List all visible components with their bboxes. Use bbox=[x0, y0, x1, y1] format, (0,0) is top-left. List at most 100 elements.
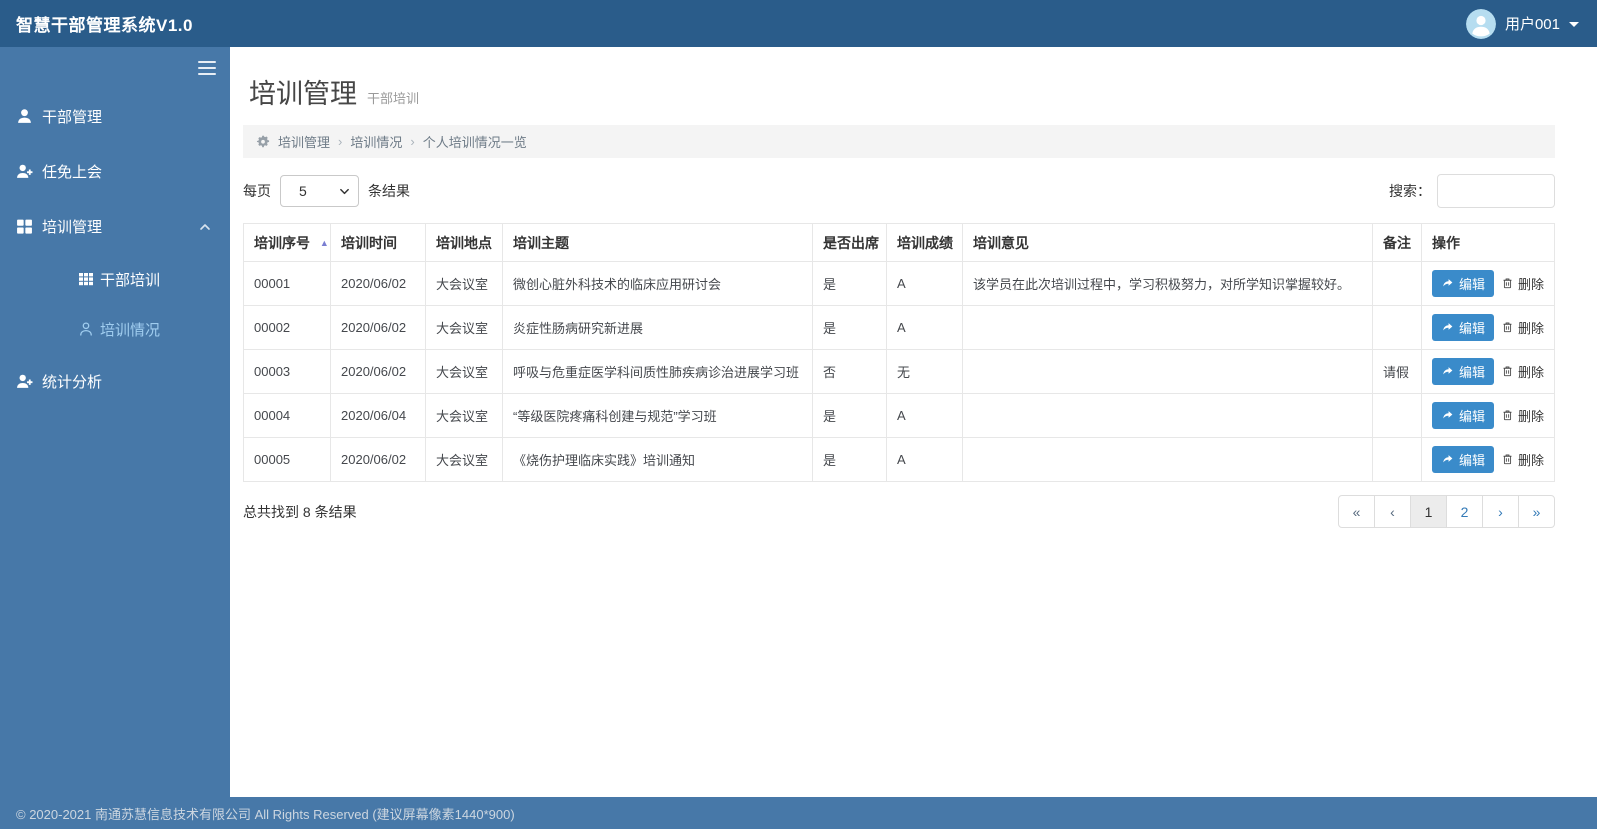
per-page-suffix-label: 条结果 bbox=[368, 183, 410, 199]
column-header-attended[interactable]: 是否出席 bbox=[812, 223, 887, 262]
cell-actions: 编辑 删除 bbox=[1421, 261, 1555, 306]
cell-note bbox=[1372, 305, 1422, 350]
topbar: 智慧干部管理系统V1.0 用户001 bbox=[0, 0, 1597, 47]
breadcrumb-separator: › bbox=[338, 134, 343, 149]
sidebar-item-label: 培训管理 bbox=[42, 219, 103, 236]
cell-note: 请假 bbox=[1372, 349, 1422, 394]
edit-button[interactable]: 编辑 bbox=[1432, 270, 1495, 297]
content-area: 培训管理 干部培训 培训管理 › 培训情况 › 个人培训情况一览 每页 5 条结… bbox=[230, 47, 1597, 797]
cell-opinion: 该学员在此次培训过程中，学习积极努力，对所学知识掌握较好。 bbox=[962, 261, 1373, 306]
pagination-prev-button[interactable]: ‹ bbox=[1374, 495, 1411, 528]
chevron-up-icon bbox=[200, 223, 210, 230]
edit-button[interactable]: 编辑 bbox=[1432, 314, 1495, 341]
cell-score: A bbox=[886, 393, 963, 438]
table-row: 00002 2020/06/02 大会议室 炎症性肠病研究新进展是 A 编辑 删除 bbox=[243, 305, 1555, 350]
delete-button[interactable]: 删除 bbox=[1501, 274, 1544, 293]
sidebar-item-label: 培训情况 bbox=[100, 321, 161, 339]
column-header-score[interactable]: 培训成绩 bbox=[886, 223, 963, 262]
pagination-page-1-button[interactable]: 1 bbox=[1410, 495, 1447, 528]
page-subtitle: 干部培训 bbox=[367, 91, 420, 106]
footer: © 2020-2021 南通苏慧信息技术有限公司 All Rights Rese… bbox=[0, 797, 1597, 829]
pagination-first-button[interactable]: « bbox=[1338, 495, 1375, 528]
breadcrumb-item: 个人培训情况一览 bbox=[422, 135, 527, 150]
chevron-down-icon bbox=[340, 188, 349, 195]
table-row: 00004 2020/06/04 大会议室 “等级医院疼痛科创建与规范”学习班是 A 编辑… bbox=[243, 393, 1555, 438]
delete-button[interactable]: 删除 bbox=[1501, 318, 1544, 337]
cell-time: 2020/06/02 bbox=[330, 261, 426, 306]
sidebar-item-cadre-management[interactable]: 干部管理 bbox=[0, 89, 230, 144]
breadcrumb-item[interactable]: 培训管理 bbox=[278, 132, 330, 151]
sidebar: 干部管理 任免上会 培训管理 干部培训 培训情况 统计分析 bbox=[0, 47, 230, 797]
table-header-row: 培训序号 ▲ 培训时间 培训地点 培训主题 是否出席 培训成绩 培训意见 备注 … bbox=[243, 223, 1555, 262]
delete-button[interactable]: 删除 bbox=[1501, 450, 1544, 469]
user-name: 用户001 bbox=[1504, 16, 1560, 33]
user-avatar-icon bbox=[1465, 8, 1496, 39]
sidebar-item-training-management[interactable]: 培训管理 bbox=[0, 199, 230, 254]
cell-time: 2020/06/02 bbox=[330, 305, 426, 350]
cell-attended: 是 bbox=[812, 393, 887, 438]
table-row: 00003 2020/06/02 大会议室 呼吸与危重症医学科间质性肺疾病诊治进展学习… bbox=[243, 349, 1555, 394]
share-arrow-icon bbox=[1443, 367, 1453, 375]
cell-score: A bbox=[886, 261, 963, 306]
breadcrumb-separator: › bbox=[410, 134, 415, 149]
cell-topic: 呼吸与危重症医学科间质性肺疾病诊治进展学习班 bbox=[502, 349, 813, 394]
share-arrow-icon bbox=[1443, 411, 1453, 419]
cell-score: A bbox=[886, 437, 963, 482]
share-arrow-icon bbox=[1443, 323, 1453, 331]
cell-topic: “等级医院疼痛科创建与规范”学习班 bbox=[502, 393, 813, 438]
cell-seq: 00002 bbox=[243, 305, 331, 350]
results-summary: 总共找到 8 条结果 bbox=[243, 503, 357, 520]
user-menu[interactable]: 用户001 bbox=[1465, 8, 1579, 39]
cell-time: 2020/06/02 bbox=[330, 437, 426, 482]
column-header-seq[interactable]: 培训序号 ▲ bbox=[243, 223, 331, 262]
chevron-down-icon bbox=[1569, 22, 1579, 27]
cell-score: 无 bbox=[886, 349, 963, 394]
per-page-select[interactable]: 5 bbox=[280, 175, 359, 207]
delete-button[interactable]: 删除 bbox=[1501, 362, 1544, 381]
trash-icon bbox=[1503, 366, 1512, 377]
cell-actions: 编辑 删除 bbox=[1421, 305, 1555, 350]
trash-icon bbox=[1503, 278, 1512, 289]
app-title: 智慧干部管理系统V1.0 bbox=[16, 16, 193, 35]
cell-place: 大会议室 bbox=[425, 349, 503, 394]
cell-opinion bbox=[962, 349, 1373, 394]
cell-score: A bbox=[886, 305, 963, 350]
cell-place: 大会议室 bbox=[425, 437, 503, 482]
edit-button[interactable]: 编辑 bbox=[1432, 402, 1495, 429]
cell-seq: 00003 bbox=[243, 349, 331, 394]
cell-topic: 微创心脏外科技术的临床应用研讨会 bbox=[502, 261, 813, 306]
per-page-selected-value: 5 bbox=[299, 183, 307, 199]
search-input[interactable] bbox=[1437, 174, 1555, 208]
user-plus-icon bbox=[17, 374, 33, 388]
trash-icon bbox=[1503, 322, 1512, 333]
column-header-place[interactable]: 培训地点 bbox=[425, 223, 503, 262]
delete-button[interactable]: 删除 bbox=[1501, 406, 1544, 425]
breadcrumb-item[interactable]: 培训情况 bbox=[350, 132, 402, 151]
cell-actions: 编辑 删除 bbox=[1421, 437, 1555, 482]
sidebar-item-statistics[interactable]: 统计分析 bbox=[0, 354, 230, 409]
breadcrumb: 培训管理 › 培训情况 › 个人培训情况一览 bbox=[243, 125, 1555, 158]
edit-button[interactable]: 编辑 bbox=[1432, 446, 1495, 473]
cell-place: 大会议室 bbox=[425, 261, 503, 306]
pagination-last-button[interactable]: » bbox=[1518, 495, 1555, 528]
sidebar-item-label: 干部管理 bbox=[42, 109, 103, 126]
training-table: 培训序号 ▲ 培训时间 培训地点 培训主题 是否出席 培训成绩 培训意见 备注 … bbox=[243, 223, 1555, 482]
cell-topic: 炎症性肠病研究新进展 bbox=[502, 305, 813, 350]
page-title: 培训管理 bbox=[249, 79, 357, 109]
column-header-time[interactable]: 培训时间 bbox=[330, 223, 426, 262]
sidebar-item-cadre-training[interactable]: 干部培训 bbox=[0, 254, 230, 304]
pagination-page-2-button[interactable]: 2 bbox=[1446, 495, 1483, 528]
share-arrow-icon bbox=[1443, 279, 1453, 287]
menu-toggle-icon[interactable] bbox=[198, 61, 216, 75]
cell-seq: 00005 bbox=[243, 437, 331, 482]
edit-button[interactable]: 编辑 bbox=[1432, 358, 1495, 385]
sidebar-item-appointment[interactable]: 任免上会 bbox=[0, 144, 230, 199]
sidebar-item-training-status[interactable]: 培训情况 bbox=[0, 304, 230, 354]
column-header-note[interactable]: 备注 bbox=[1372, 223, 1422, 262]
cell-opinion bbox=[962, 305, 1373, 350]
column-header-opinion[interactable]: 培训意见 bbox=[962, 223, 1373, 262]
cell-attended: 是 bbox=[812, 437, 887, 482]
cell-place: 大会议室 bbox=[425, 305, 503, 350]
pagination-next-button[interactable]: › bbox=[1482, 495, 1519, 528]
column-header-topic[interactable]: 培训主题 bbox=[502, 223, 813, 262]
